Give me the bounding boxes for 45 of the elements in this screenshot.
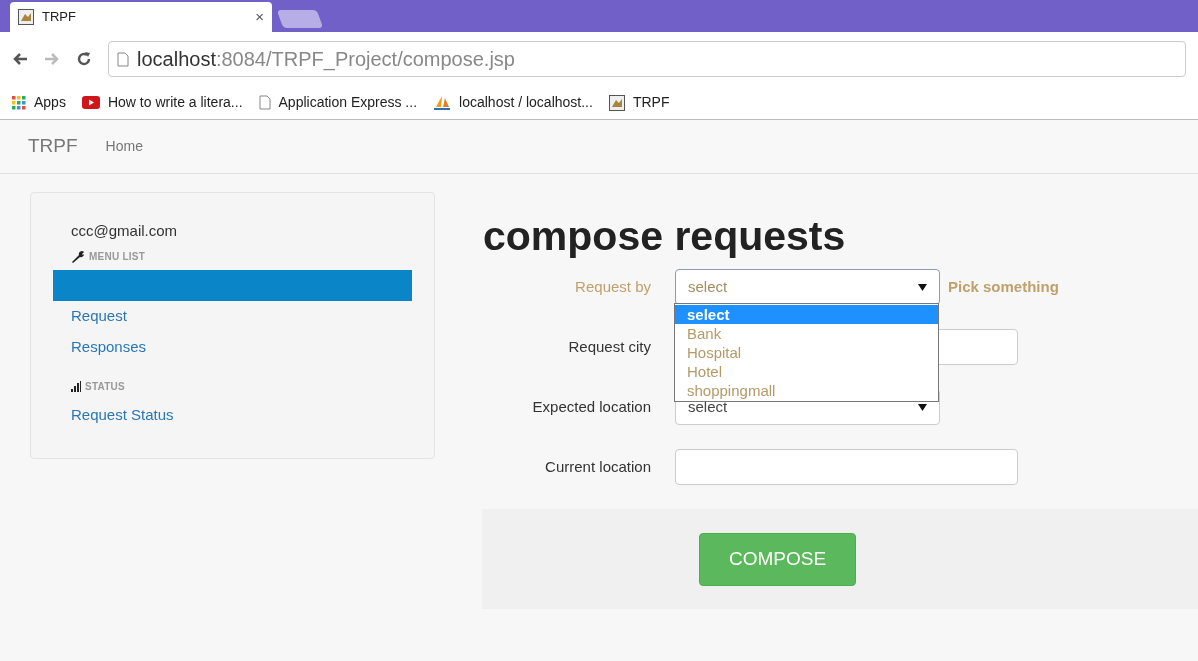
forward-icon[interactable]: [44, 52, 60, 66]
field-label: Expected location: [532, 396, 651, 417]
sidebar-item[interactable]: Request Status: [53, 400, 412, 431]
bookmark[interactable]: Apps: [12, 92, 66, 113]
address-bar[interactable]: localhost:8084/TRPF_Project/compose.jsp: [108, 41, 1186, 77]
reload-icon[interactable]: [76, 51, 92, 67]
field-label: Request by: [575, 276, 651, 297]
sidebar-item[interactable]: Request: [53, 301, 412, 332]
bookmark[interactable]: TRPF: [608, 92, 670, 113]
tab-close[interactable]: ×: [255, 5, 264, 29]
bookmark[interactable]: How to write a litera...: [81, 92, 243, 113]
page-icon: [258, 95, 271, 110]
back-icon[interactable]: [12, 52, 28, 66]
apps-grid-icon: [12, 95, 26, 110]
nav-link[interactable]: Home: [105, 136, 143, 157]
sidebar-item[interactable]: Responses: [53, 332, 412, 363]
dropdown-option[interactable]: Bank: [675, 324, 938, 343]
tab-title: TRPF: [42, 8, 77, 27]
help-text: Pick something: [948, 276, 1059, 297]
wrench-icon: [71, 250, 85, 263]
browser-tab[interactable]: TRPF ×: [10, 2, 272, 32]
bookmark[interactable]: Application Express ...: [258, 92, 418, 113]
dropdown-caret-icon: [918, 283, 927, 291]
url-text: localhost:8084/TRPF_Project/compose.jsp: [137, 47, 515, 73]
section-heading: STATUS: [85, 380, 125, 394]
section-heading: MENU LIST: [89, 250, 146, 264]
brand[interactable]: TRPF: [28, 132, 78, 161]
text-field[interactable]: [675, 449, 1018, 485]
site-icon: [608, 94, 625, 111]
site-icon: [18, 9, 34, 25]
dropdown-option[interactable]: select: [675, 305, 938, 324]
select-field[interactable]: select: [675, 269, 940, 305]
page-icon: [117, 51, 129, 67]
field-label: Current location: [545, 456, 651, 477]
page-heading: compose requests: [483, 216, 847, 257]
dropdown-option[interactable]: Hospital: [675, 343, 938, 362]
sail-icon: [433, 94, 452, 111]
compose-button[interactable]: COMPOSE: [699, 532, 856, 586]
bookmark[interactable]: localhost / localhost...: [433, 92, 593, 113]
field-label: Request city: [568, 336, 651, 357]
new-tab-button[interactable]: [276, 10, 324, 28]
dropdown-option[interactable]: Hotel: [675, 362, 938, 381]
user-email: ccc@gmail.com: [71, 222, 178, 239]
signal-bars-icon: [71, 381, 81, 392]
play-icon: [81, 96, 100, 109]
